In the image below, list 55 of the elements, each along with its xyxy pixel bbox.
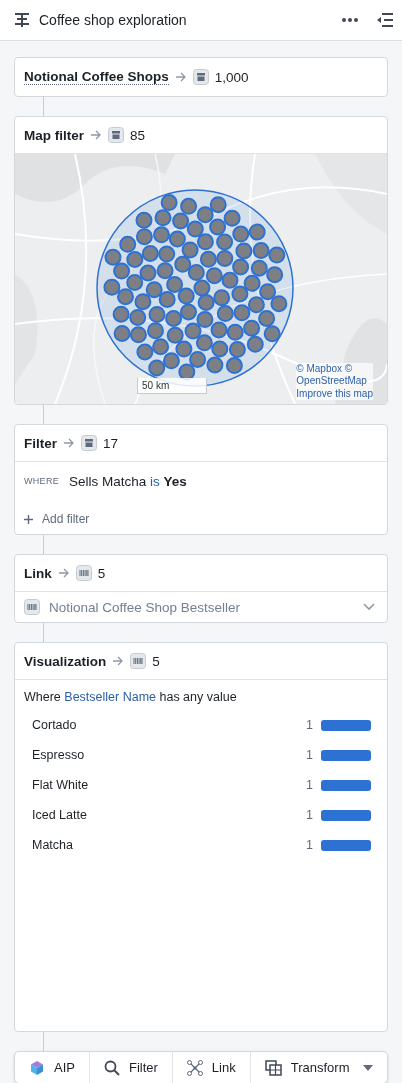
aip-button[interactable]: AIP <box>15 1052 90 1083</box>
map-scale: 50 km <box>137 378 207 394</box>
radius-selection-drawing[interactable] <box>96 189 294 387</box>
search-icon <box>103 1059 120 1076</box>
card-title: Map filter <box>24 127 84 143</box>
barcode-icon <box>130 653 147 669</box>
value-label: Espresso <box>32 748 86 762</box>
collapse-panel-icon[interactable] <box>376 12 394 28</box>
nodes-icon <box>186 1059 203 1076</box>
attribution-link[interactable]: Improve this map <box>296 387 373 400</box>
chevron-down-icon <box>363 603 375 611</box>
filter-button[interactable]: Filter <box>89 1052 173 1083</box>
object-count: 1,000 <box>214 69 249 85</box>
value-count: 1 <box>306 718 313 732</box>
value-label: Cortado <box>32 718 78 732</box>
arrow-icon <box>174 72 187 82</box>
more-icon[interactable] <box>341 17 359 23</box>
arrow-icon <box>57 568 70 578</box>
card-title: Visualization <box>24 653 107 669</box>
card-title[interactable]: Notional Coffee Shops <box>24 69 169 85</box>
barcode-icon <box>75 565 92 581</box>
attribution-link[interactable]: OpenStreetMap <box>296 375 373 388</box>
plus-icon <box>24 514 33 524</box>
value-label: Iced Latte <box>32 808 88 822</box>
object-count: 5 <box>152 653 160 669</box>
window-title: Coffee shop exploration <box>39 12 188 28</box>
arrow-icon <box>63 438 75 448</box>
filter-condition[interactable]: Sells Matcha is Yes <box>69 473 187 489</box>
value-label: Flat White <box>32 778 90 792</box>
add-filter-button[interactable]: Add filter <box>24 512 90 526</box>
value-count: 1 <box>306 808 313 822</box>
table-icon <box>264 1059 282 1076</box>
object-count: 5 <box>97 565 106 581</box>
store-icon <box>192 69 209 85</box>
store-icon <box>108 127 124 143</box>
card-title: Filter <box>24 435 57 451</box>
where-label: WHERE <box>24 476 59 486</box>
object-type-select[interactable]: Notional Coffee Shop Bestseller <box>15 592 387 622</box>
value-count: 1 <box>306 748 313 762</box>
card-title: Link <box>24 565 52 581</box>
barcode-icon <box>24 599 40 615</box>
cube-icon <box>29 1059 45 1076</box>
arrow-icon <box>90 130 102 140</box>
arrow-icon <box>112 656 125 666</box>
value-count: 1 <box>306 778 313 792</box>
transform-button[interactable]: Transform <box>250 1052 387 1083</box>
visualization-caption: Where Bestseller Name has any value <box>23 689 238 706</box>
store-icon <box>81 435 97 451</box>
attribution-link[interactable]: © Mapbox © <box>296 362 373 375</box>
object-count: 17 <box>103 435 119 451</box>
graph-logo-icon <box>14 12 30 28</box>
object-count: 85 <box>130 127 146 143</box>
value-count: 1 <box>306 838 313 852</box>
link-button[interactable]: Link <box>172 1052 251 1083</box>
value-label: Matcha <box>32 838 74 852</box>
